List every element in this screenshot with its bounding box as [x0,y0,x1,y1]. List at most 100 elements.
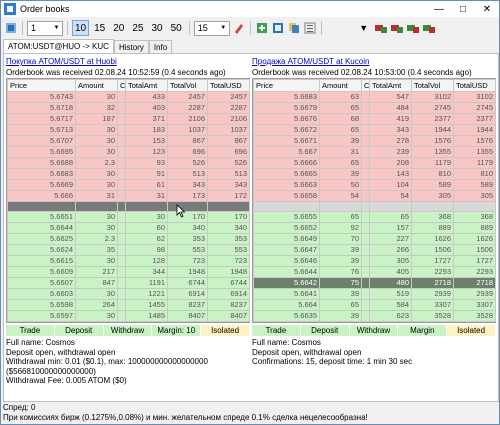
tab-history[interactable]: History [113,40,149,53]
ask-row[interactable]: 5.6713 30 183 1037 1037 [7,124,250,136]
bid-row[interactable]: 5.6624 35 98 553 553 [7,244,250,256]
right-deposit-button[interactable]: Deposit [300,325,350,336]
left-book-title-link[interactable]: Покупка ATOM/USDT at Huobi [6,57,250,67]
maximize-icon[interactable]: □ [451,1,475,17]
minimize-icon[interactable]: — [427,1,451,17]
ask-row[interactable]: 5.6672 65 343 1944 1944 [253,124,496,136]
right-margin-button[interactable]: Margin [398,325,448,336]
cell-price: 5.6644 [7,222,76,234]
bid-row[interactable]: 5.664 65 584 3307 3307 [253,299,496,311]
spread-divider-row[interactable] [253,201,496,212]
col-totalusd[interactable]: TotalUSD [207,79,250,92]
bid-row[interactable]: 5.6647 39 266 1506 1506 [253,244,496,256]
pair-icon-2[interactable] [390,21,404,35]
ask-row[interactable]: 5.6665 39 143 810 810 [253,168,496,180]
bid-row[interactable]: 5.6641 39 519 2939 2939 [253,288,496,300]
bid-row[interactable]: 5.6609 217 344 1948 1948 [7,266,250,278]
ask-row[interactable]: 5.6718 32 403 2287 2287 [7,102,250,114]
bid-row[interactable]: 5.6655 65 65 368 368 [253,211,496,223]
cell-totalamt: 480 [369,277,412,289]
title-bar[interactable]: Order books — □ ✕ [1,1,499,17]
ask-row[interactable]: 5.6683 30 91 513 513 [7,168,250,180]
col-amount[interactable]: Amount [319,79,362,92]
cell-amount: 264 [75,299,118,311]
col-totalvol[interactable]: TotalVol [167,79,208,92]
col-price[interactable]: Price [253,79,320,92]
col-totalamt[interactable]: TotalAmt [125,79,168,92]
bid-row[interactable]: 5.6598 264 1455 8237 8237 [7,299,250,311]
depth-50-button[interactable]: 50 [168,20,185,36]
right-orderbook-grid[interactable]: Price Amount Cı TotalAmt TotalVol TotalU… [252,78,496,323]
right-isolated-button[interactable]: Isolated [447,325,496,336]
right-withdraw-button[interactable]: Withdraw [349,325,399,336]
left-deposit-button[interactable]: Deposit [54,325,104,336]
copy-icon[interactable] [287,21,301,35]
bid-row[interactable]: 5.6644 76 405 2293 2293 [253,266,496,278]
bid-row[interactable]: 5.6615 30 128 723 723 [7,255,250,267]
col-c[interactable]: Cı [117,79,126,92]
col-totalamt[interactable]: TotalAmt [369,79,412,92]
bid-row[interactable]: 5.6642 75 480 2718 2718 [253,277,496,289]
ask-row[interactable]: 5.6688 2.3 93 526 526 [7,157,250,169]
bid-row[interactable]: 5.6644 30 60 340 340 [7,222,250,234]
ask-row[interactable]: 5.6676 68 419 2377 2377 [253,113,496,125]
col-c[interactable]: Cı [361,79,370,92]
ask-row[interactable]: 5.6663 50 104 589 589 [253,179,496,191]
bid-row[interactable]: 5.6607 847 1191 6744 6744 [7,277,250,289]
cell-totalvol: 8407 [167,310,208,322]
depth-10-button[interactable]: 10 [72,20,90,36]
ask-row[interactable]: 5.6707 30 153 867 867 [7,135,250,147]
left-isolated-button[interactable]: Isolated [201,325,250,336]
add-book-icon[interactable] [255,21,269,35]
bid-row[interactable]: 5.6651 30 30 170 170 [7,211,250,223]
pencil-icon[interactable] [232,21,246,35]
pair-icon-4[interactable] [422,21,436,35]
ask-row[interactable]: 5.6669 30 61 343 343 [7,179,250,191]
left-orderbook-grid[interactable]: Price Amount Cı TotalAmt TotalVol TotalU… [6,78,250,323]
col-totalvol[interactable]: TotalVol [411,79,454,92]
ask-row[interactable]: 5.6743 30 433 2457 2457 [7,91,250,103]
ask-row[interactable]: 5.6658 54 54 305 305 [253,190,496,202]
bid-row[interactable]: 5.6652 92 157 889 889 [253,222,496,234]
spread-divider-row[interactable] [7,201,250,212]
left-margin-button[interactable]: Margin: 10 [152,325,202,336]
col-amount[interactable]: Amount [75,79,118,92]
depth-15-button[interactable]: 15 [91,20,108,36]
right-book-title-link[interactable]: Продажа ATOM/USDT at Kucoin [252,57,496,67]
list-icon[interactable] [303,21,317,35]
bid-row[interactable]: 5.6635 39 623 3528 3528 [253,310,496,322]
close-icon[interactable]: ✕ [475,1,499,17]
left-trade-button[interactable]: Trade [6,325,55,336]
depth-30-button[interactable]: 30 [149,20,166,36]
count-select[interactable]: 15 ▼ [193,20,230,36]
book-icon[interactable] [271,21,285,35]
cell-price: 5.6671 [253,135,320,147]
tab-pair[interactable]: ATOM:USDT@HUO -> KUC [3,39,114,53]
bid-row[interactable]: 5.6625 2.3 62 353 353 [7,233,250,245]
pair-icon-1[interactable] [374,21,388,35]
ask-row[interactable]: 5.6695 30 123 696 696 [7,146,250,158]
col-price[interactable]: Price [7,79,76,92]
bid-row[interactable]: 5.6603 30 1221 6914 6914 [7,288,250,300]
bid-row[interactable]: 5.6649 70 227 1626 1626 [253,233,496,245]
left-withdraw-button[interactable]: Withdraw [103,325,153,336]
ask-row[interactable]: 5.6666 65 208 1179 1179 [253,157,496,169]
dropdown-icon[interactable]: ▼ [356,20,372,36]
ask-row[interactable]: 5.667 31 239 1355 1355 [253,146,496,158]
ask-row[interactable]: 5.6679 65 484 2745 2745 [253,102,496,114]
pair-icon-3[interactable] [406,21,420,35]
depth-select[interactable]: 1 ▼ [27,20,63,36]
ask-row[interactable]: 5.6717 187 371 2106 2106 [7,113,250,125]
ask-row[interactable]: 5.6671 39 278 1576 1576 [253,135,496,147]
col-totalusd[interactable]: TotalUSD [453,79,496,92]
cell-amount: 63 [319,91,362,103]
right-trade-button[interactable]: Trade [252,325,301,336]
tab-info[interactable]: Info [148,40,173,53]
depth-25-button[interactable]: 25 [129,20,146,36]
pin-icon[interactable] [4,21,18,35]
ask-row[interactable]: 5.666 31 31 173 172 [7,190,250,202]
bid-row[interactable]: 5.6646 39 305 1727 1727 [253,255,496,267]
bid-row[interactable]: 5.6597 30 1485 8407 8407 [7,310,250,322]
ask-row[interactable]: 5.6683 63 547 3102 3102 [253,91,496,103]
depth-20-button[interactable]: 20 [110,20,127,36]
